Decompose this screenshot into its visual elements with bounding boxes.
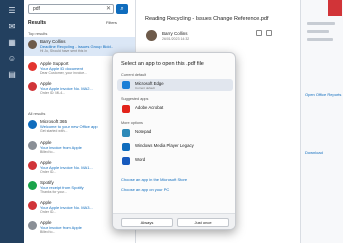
dialog-footer: Always Just once: [113, 213, 235, 229]
section-top-results: Top results: [28, 31, 48, 36]
mail-preview: Order ID: ML4...: [40, 91, 66, 95]
reading-from: Barry Collins: [162, 31, 188, 36]
app-label: Adobe Acrobat: [135, 105, 164, 110]
section-suggested: Suggested apps: [121, 97, 149, 101]
reading-subject: Reading Recycling - Issues Change Refere…: [145, 16, 269, 22]
section-all-results: All results: [28, 111, 46, 116]
avatar: [28, 201, 37, 210]
edge-icon: [122, 81, 130, 89]
acrobat-icon: [122, 105, 130, 113]
word-icon: [122, 157, 130, 165]
app-label: Notepad: [135, 129, 152, 134]
menu-icon[interactable]: ☰: [7, 6, 17, 16]
panel-line: [307, 30, 329, 33]
side-panel: Open Office Reports Download: [301, 0, 343, 243]
search-input[interactable]: pdf ✕: [28, 4, 114, 14]
app-option-acrobat[interactable]: Adobe Acrobat: [117, 103, 233, 115]
avatar: [146, 30, 157, 41]
open-with-dialog: Select an app to open this .pdf file Cur…: [112, 52, 236, 230]
mail-preview: Thanks for your...: [40, 190, 68, 194]
app-label: Word: [135, 157, 146, 162]
dialog-title: Select an app to open this .pdf file: [121, 61, 204, 67]
panel-link[interactable]: Download: [305, 150, 323, 155]
avatar: [28, 62, 37, 71]
calendar-icon[interactable]: ▦: [7, 38, 17, 48]
avatar: [28, 82, 37, 91]
panel-link[interactable]: Open Office Reports: [305, 92, 341, 97]
people-icon[interactable]: ☺: [7, 54, 17, 64]
reading-date: 26/01/2023 14:32: [162, 37, 190, 41]
results-title: Results: [28, 20, 47, 26]
search-icon[interactable]: ⌕: [116, 4, 128, 14]
mail-preview: Order ID...: [40, 170, 57, 174]
pc-link[interactable]: Choose an app on your PC: [121, 187, 169, 192]
nav-rail: ☰ ✉ ▦ ☺ ▤: [0, 0, 24, 243]
mail-preview: Billed to...: [40, 230, 56, 234]
results-header: Results Filters: [28, 20, 132, 28]
avatar: [28, 141, 37, 150]
panel-line: [307, 22, 335, 25]
mail-preview: Billed to...: [40, 150, 56, 154]
clear-icon[interactable]: ✕: [106, 5, 111, 12]
avatar: [28, 120, 37, 129]
app-option-edge[interactable]: Microsoft Edge Current default: [117, 79, 233, 91]
just-once-button[interactable]: Just once: [177, 218, 229, 227]
search-query: pdf: [33, 6, 40, 12]
mail-icon[interactable]: ✉: [7, 22, 17, 32]
reply-icon[interactable]: [256, 30, 262, 36]
avatar: [28, 221, 37, 230]
avatar: [28, 161, 37, 170]
media-player-icon: [122, 143, 130, 151]
files-icon[interactable]: ▤: [7, 70, 17, 80]
app-option-word[interactable]: Word: [117, 155, 233, 167]
app-label: Windows Media Player Legacy: [135, 143, 194, 148]
store-link[interactable]: Choose an app in the Microsoft Store: [121, 177, 187, 182]
avatar: [28, 181, 37, 190]
always-button[interactable]: Always: [121, 218, 173, 227]
app-option-notepad[interactable]: Notepad: [117, 127, 233, 139]
section-current-default: Current default: [121, 73, 147, 77]
mail-preview: Dear Customer, your invoice...: [40, 71, 88, 75]
mail-preview: Order ID...: [40, 210, 57, 214]
app-window: ☰ ✉ ▦ ☺ ▤ pdf ✕ ⌕ Results Filters Top re…: [0, 0, 343, 243]
notepad-icon: [122, 129, 130, 137]
close-icon[interactable]: [328, 0, 342, 16]
filters-button[interactable]: Filters: [106, 20, 117, 25]
forward-icon[interactable]: [266, 30, 272, 36]
panel-line: [307, 38, 333, 41]
app-option-media-player[interactable]: Windows Media Player Legacy: [117, 141, 233, 153]
mail-preview: Hi Jo, Should have sent this in: [40, 49, 88, 53]
mail-preview: Get started with...: [40, 129, 68, 133]
section-more: More options: [121, 121, 143, 125]
app-sublabel: Current default: [135, 86, 155, 90]
avatar: [28, 40, 37, 49]
